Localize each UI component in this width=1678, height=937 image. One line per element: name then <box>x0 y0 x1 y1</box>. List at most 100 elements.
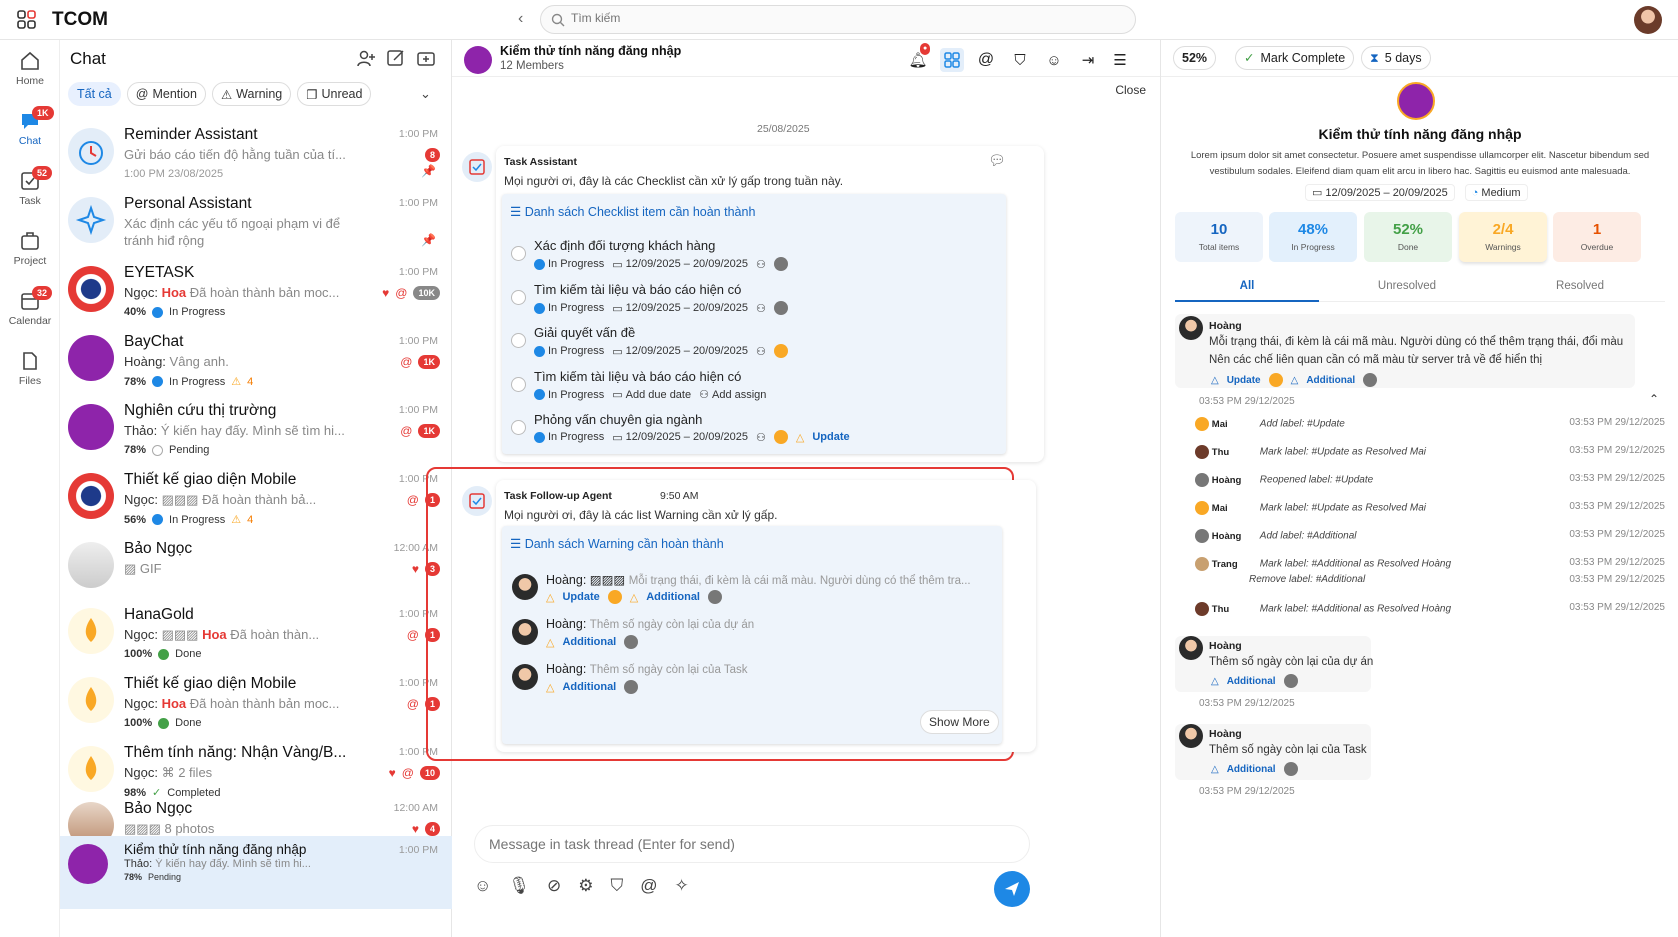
emoji-icon[interactable]: ☺ <box>474 876 491 896</box>
done-icon <box>158 717 170 729</box>
warning-item[interactable]: Hoàng: Thêm số ngày còn lại của Task <box>546 662 747 676</box>
assignee-icon[interactable]: ⚇ <box>756 302 766 315</box>
label-update[interactable]: Update <box>812 431 849 443</box>
conversation-row-selected[interactable]: Kiểm thử tính năng đăng nhập Thảo: Ý kiế… <box>60 836 452 909</box>
date-pill[interactable]: ▭ 12/09/2025 – 20/09/2025 <box>612 302 748 315</box>
grid-view-button[interactable] <box>940 48 964 72</box>
conversation-row[interactable]: EYETASK Ngọc: Hoa Đã hoàn thành bản moc.… <box>60 254 452 327</box>
user-avatar[interactable] <box>1634 6 1662 34</box>
bot-button[interactable]: ☺ <box>1042 48 1066 72</box>
label-additional[interactable]: Additional <box>1227 764 1276 775</box>
filter-warning[interactable]: ⚠ Warning <box>211 82 292 106</box>
pin-icon[interactable]: 📌 <box>421 233 436 247</box>
assignee-icon[interactable]: ⚇ <box>756 345 766 358</box>
conversation-time: 1:00 PM <box>398 266 438 278</box>
bot-icon[interactable]: ⚙ <box>578 876 593 896</box>
stat-warnings[interactable]: 2/4 Warnings <box>1459 212 1547 262</box>
microphone-icon[interactable]: 🎙︎ <box>508 876 530 896</box>
tab-resolved[interactable]: Resolved <box>1495 280 1665 292</box>
label-additional[interactable]: Additional <box>562 681 616 693</box>
search-input[interactable] <box>571 11 1111 25</box>
collapse-chevron-icon[interactable]: ⌃ <box>1649 392 1659 406</box>
close-button[interactable]: Close <box>1115 83 1146 97</box>
nav-calendar[interactable]: 32 Calendar <box>0 286 60 327</box>
add-contact-icon[interactable] <box>356 48 376 68</box>
attachment-icon[interactable]: ⊘ <box>547 876 561 896</box>
eyetask-avatar <box>68 266 114 312</box>
checklist-radio[interactable] <box>511 333 526 348</box>
feature-avatar <box>68 746 114 792</box>
assignee-icon[interactable]: ⚇ <box>756 258 766 271</box>
mention-at-icon[interactable]: @ <box>640 876 657 896</box>
checklist-radio[interactable] <box>511 290 526 305</box>
checklist-button[interactable]: ☰ <box>1108 48 1132 72</box>
nav-home[interactable]: Home <box>0 50 60 87</box>
pin-icon[interactable]: 📌 <box>421 164 436 178</box>
comment-time: 03:53 PM 29/12/2025 <box>1199 698 1295 709</box>
apps-grid-icon[interactable] <box>16 9 38 31</box>
label-update[interactable]: Update <box>562 591 599 603</box>
date-pill[interactable]: ▭ 12/09/2025 – 20/09/2025 <box>612 258 748 271</box>
checklist-radio[interactable] <box>511 420 526 435</box>
tab-all[interactable]: All <box>1175 280 1319 302</box>
mark-complete-button[interactable]: ✓ Mark Complete <box>1235 46 1355 70</box>
label-additional[interactable]: Additional <box>1227 676 1276 687</box>
add-assign-button[interactable]: ⚇ Add assign <box>699 388 766 402</box>
thread-members[interactable]: 12 Members <box>500 60 564 72</box>
filter-all[interactable]: Tất cả <box>68 82 121 106</box>
tab-unresolved[interactable]: Unresolved <box>1335 280 1479 292</box>
stat-in-progress[interactable]: 48% In Progress <box>1269 212 1357 262</box>
search-box[interactable] <box>540 5 1136 34</box>
nav-project[interactable]: Project <box>0 230 60 267</box>
add-due-date-button[interactable]: ▭ Add due date <box>612 388 691 402</box>
label-avatar <box>624 680 639 694</box>
nav-badge: 1K <box>32 106 54 120</box>
conversation-row[interactable]: Thiết kế giao diện Mobile Ngọc: ▨▨▨ Đã h… <box>60 461 452 534</box>
label-update[interactable]: Update <box>1227 375 1261 386</box>
stat-overdue[interactable]: 1 Overdue <box>1553 212 1641 262</box>
send-button[interactable] <box>994 871 1030 907</box>
sender: Ngọc: <box>124 627 158 642</box>
thread-title: Kiểm thử tính năng đăng nhập <box>500 44 682 58</box>
conversation-row[interactable]: Personal Assistant Xác định các yếu tố n… <box>60 185 452 258</box>
show-more-button[interactable]: Show More <box>920 710 999 734</box>
back-chevron-icon[interactable]: ‹ <box>518 10 523 28</box>
filter-unread[interactable]: ❐ Unread <box>297 82 372 106</box>
stat-total-items[interactable]: 10 Total items <box>1175 212 1263 262</box>
conversation-row[interactable]: Nghiên cứu thị trường Thảo: Ý kiến hay đ… <box>60 392 452 465</box>
mention-button[interactable]: @ <box>974 48 998 72</box>
conversation-row[interactable]: BayChat Hoàng: Vâng anh. 78% In Progress ⚠… <box>60 323 452 396</box>
label-additional[interactable]: Additional <box>646 591 700 603</box>
date-pill[interactable]: ▭ 12/09/2025 – 20/09/2025 <box>612 345 748 358</box>
conversation-row[interactable]: HanaGold Ngọc: ▨▨▨ Hoa Đã hoàn thàn... 1… <box>60 596 452 669</box>
filter-mention[interactable]: @ Mention <box>126 82 206 106</box>
label-button[interactable]: ⛉ <box>1008 48 1032 72</box>
date-pill[interactable]: ▭ 12/09/2025 – 20/09/2025 <box>612 431 748 444</box>
conversation-row[interactable]: Reminder Assistant Gửi báo cáo tiến độ h… <box>60 116 452 189</box>
assignee-icon[interactable]: ⚇ <box>756 431 766 444</box>
priority-pill[interactable]: ◔ Medium <box>1464 184 1528 201</box>
filter-label: Mention <box>152 87 197 101</box>
date-range-pill[interactable]: ▭ 12/09/2025 – 20/09/2025 <box>1305 184 1455 201</box>
new-group-icon[interactable] <box>416 48 436 68</box>
bell-button[interactable]: 🔔︎ ● <box>906 43 931 72</box>
conversation-row[interactable]: Bảo Ngọc ▨ GIF 12:00 AM ♥ 3 <box>60 530 452 603</box>
label-additional[interactable]: Additional <box>562 636 616 648</box>
exit-button[interactable]: ⇥ <box>1076 48 1100 72</box>
warning-item[interactable]: Hoàng: Thêm số ngày còn lại của dự án <box>546 617 754 631</box>
nav-files[interactable]: Files <box>0 350 60 387</box>
nav-chat[interactable]: 1K Chat <box>0 106 60 147</box>
warning-item[interactable]: Hoàng: ▨▨▨ Mỗi trạng thái, đi kèm là cái… <box>546 572 996 587</box>
stat-done[interactable]: 52% Done <box>1364 212 1452 262</box>
conversation-row[interactable]: Thiết kế giao diện Mobile Ngọc: Hoa Đã h… <box>60 665 452 738</box>
checklist-radio[interactable] <box>511 377 526 392</box>
label-tag-icon[interactable]: ⛉ <box>610 876 623 896</box>
message-input[interactable] <box>489 836 1009 852</box>
nav-task[interactable]: 52 Task <box>0 166 60 207</box>
checklist-radio[interactable] <box>511 246 526 261</box>
ai-icon[interactable]: ✧ <box>674 876 688 896</box>
label-additional[interactable]: Additional <box>1306 375 1355 386</box>
reply-bubble-icon[interactable]: 💬︎ <box>988 152 1006 169</box>
filter-dropdown-chevron-icon[interactable]: ⌄ <box>420 86 431 102</box>
compose-icon[interactable] <box>386 48 406 68</box>
